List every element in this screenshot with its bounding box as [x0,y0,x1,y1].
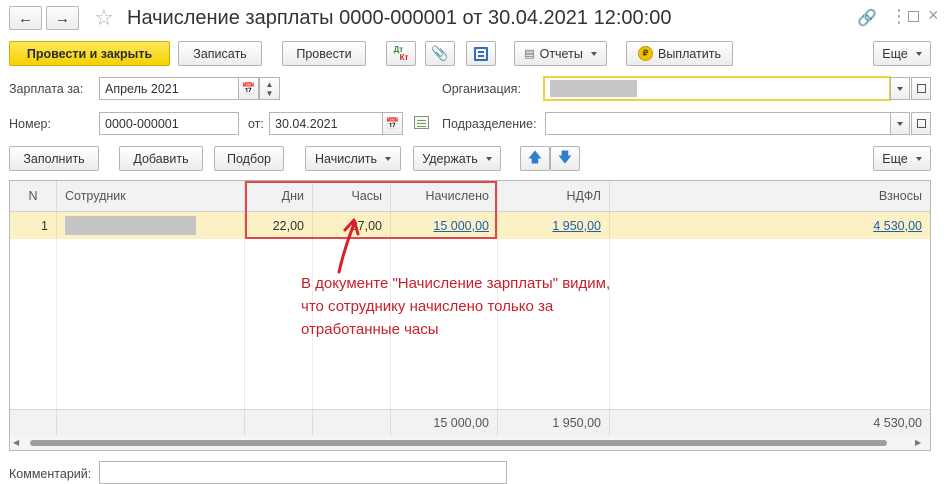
arrow-down-icon: 🡇 [557,148,573,165]
arrow-up-icon: 🡅 [527,148,543,165]
attach-button[interactable]: 📎 [425,41,455,66]
annotation-arrow-icon [337,218,360,274]
comment-field[interactable] [99,461,507,484]
chevron-down-icon [384,156,391,161]
department-open-button[interactable] [911,112,931,135]
fill-button[interactable]: Заполнить [9,146,99,171]
forward-button[interactable]: → [46,6,79,30]
footer-blank [313,409,391,436]
add-button[interactable]: Добавить [119,146,203,171]
chevron-down-icon [590,51,597,56]
cell-employee[interactable] [57,212,245,239]
cell-ndfl[interactable]: 1 950,00 [498,212,610,239]
month-stepper[interactable]: ▲ ▼ [259,77,280,100]
arrow-right-icon: → [55,9,70,27]
chevron-down-icon [915,51,922,56]
total-contributions: 4 530,00 [610,409,930,436]
structure-icon [474,46,488,61]
footer-blank [10,409,57,436]
dt-kt-button[interactable]: Дт Кт [386,41,416,66]
structure-button[interactable] [466,41,496,66]
date-calendar-button[interactable]: 📅 [382,112,403,135]
scroll-right-icon[interactable]: ▶ [915,438,921,447]
more-button[interactable]: Еще [873,41,931,66]
move-up-button[interactable]: 🡅 [520,146,550,171]
organization-dropdown-button[interactable] [890,77,910,100]
page-title: Начисление зарплаты 0000-000001 от 30.04… [127,7,672,29]
chevron-down-icon [915,156,922,161]
accrue-dropdown[interactable]: Начислить [305,146,401,171]
reports-icon: ▤ [524,48,535,60]
date-field[interactable]: 30.04.2021 [269,112,383,135]
chevron-down-icon: ▼ [265,88,274,98]
scroll-left-icon[interactable]: ◀ [13,438,19,447]
post-button[interactable]: Провести [282,41,366,66]
header-employee[interactable]: Сотрудник [57,181,245,212]
favorite-star-icon[interactable]: ☆ [94,5,114,31]
back-button[interactable]: ← [9,6,42,30]
reports-dropdown[interactable]: ▤ Отчеты [514,41,607,66]
total-accrued: 15 000,00 [391,409,498,436]
total-ndfl: 1 950,00 [498,409,610,436]
annotation-text: В документе "Начисление зарплаты" видим,… [301,275,611,338]
header-ndfl[interactable]: НДФЛ [498,181,610,212]
department-dropdown-button[interactable] [890,112,910,135]
salary-month-field[interactable]: Апрель 2021 [99,77,239,100]
more-vertical-icon[interactable]: ⋮ [890,6,908,27]
footer-blank [245,409,313,436]
highlight-box [245,181,497,239]
scrollbar-thumb[interactable] [30,440,887,446]
coin-icon: ₽ [637,46,653,61]
comment-note-icon[interactable] [414,116,429,129]
date-label: от: [248,117,264,131]
salary-for-label: Зарплата за: [9,82,84,96]
move-down-button[interactable]: 🡇 [550,146,580,171]
table-more-button[interactable]: Еще [873,146,931,171]
open-icon [916,84,926,93]
organization-open-button[interactable] [911,77,931,100]
cell-n: 1 [10,212,57,239]
footer-blank [57,409,245,436]
department-field[interactable] [545,112,891,135]
close-icon[interactable]: × [928,5,939,26]
calendar-button[interactable]: 📅 [238,77,259,100]
organization-field[interactable] [543,76,891,101]
select-button[interactable]: Подбор [214,146,284,171]
maximize-icon[interactable] [908,8,919,22]
redacted-employee [65,216,196,235]
calendar-icon: 📅 [241,83,256,95]
post-and-close-button[interactable]: Провести и закрыть [9,41,170,66]
department-label: Подразделение: [442,117,537,131]
number-field[interactable]: 0000-000001 [99,112,239,135]
cell-contributions[interactable]: 4 530,00 [610,212,930,239]
number-label: Номер: [9,117,51,131]
paperclip-icon: 📎 [431,45,449,61]
pay-button[interactable]: ₽ Выплатить [626,41,733,66]
comment-label: Комментарий: [9,467,92,481]
arrow-left-icon: ← [18,9,33,27]
organization-label: Организация: [442,82,521,96]
chevron-down-icon [897,86,903,91]
header-n[interactable]: N [10,181,57,212]
calendar-icon: 📅 [385,118,400,130]
link-icon[interactable]: 🔗 [857,8,877,28]
horizontal-scrollbar[interactable]: ◀ ▶ [10,436,930,450]
withhold-dropdown[interactable]: Удержать [413,146,501,171]
open-icon [916,119,926,128]
redacted-organization [550,80,637,97]
dt-kt-icon: Дт Кт [393,44,409,62]
chevron-up-icon: ▲ [265,79,274,89]
chevron-down-icon [897,121,903,126]
header-contributions[interactable]: Взносы [610,181,930,212]
save-button[interactable]: Записать [178,41,262,66]
chevron-down-icon [485,156,492,161]
